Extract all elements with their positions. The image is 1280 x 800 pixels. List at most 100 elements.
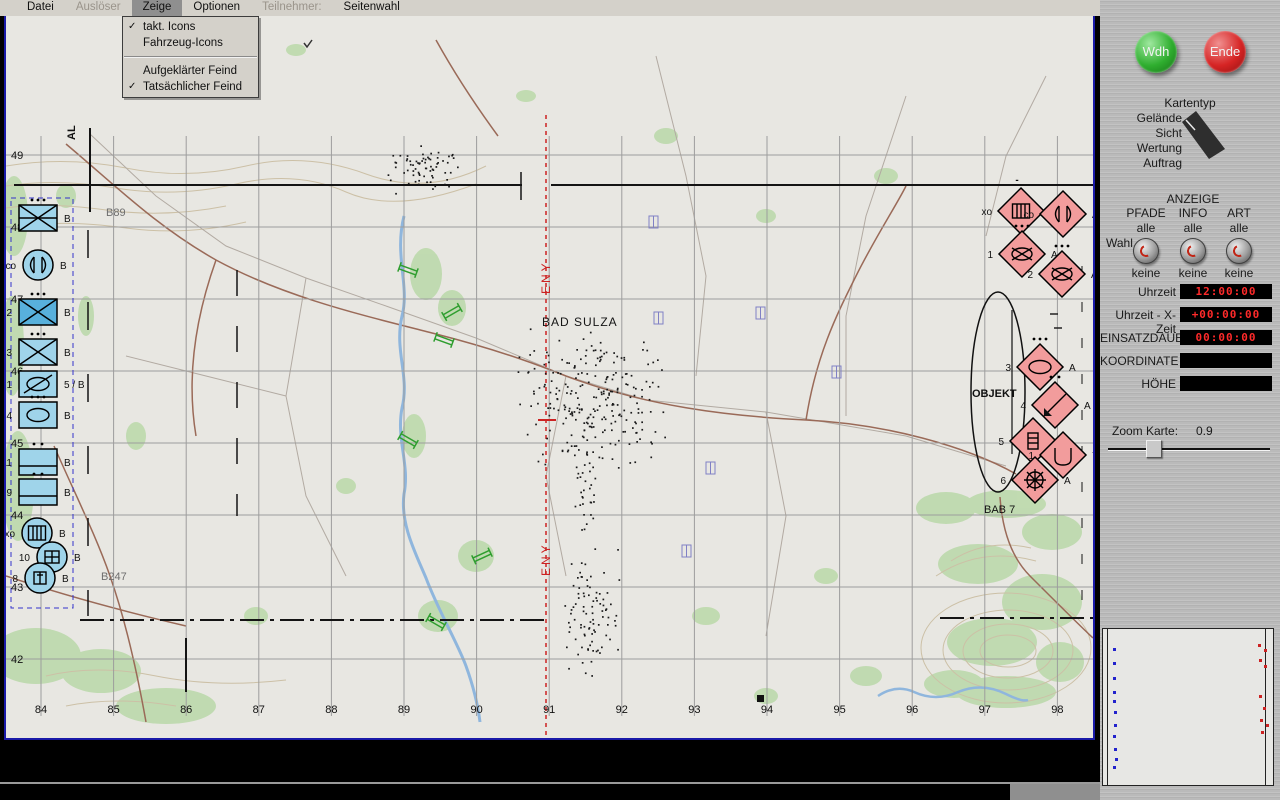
zeige-menu-item-aufgeklärter-feind[interactable]: Aufgeklärter Feind [123,63,258,79]
svg-text:AL: AL [66,125,78,140]
towns-layer [388,145,666,677]
svg-text:44: 44 [11,510,23,522]
switch-info: INFO alle keine [1168,206,1218,280]
ende-button[interactable]: Ende [1204,31,1246,73]
switch-info-name: INFO [1168,206,1218,220]
svg-text:92: 92 [616,704,628,716]
minimap-enemy-dot [1260,719,1263,722]
unit-symbol[interactable]: 4B [6,396,71,428]
svg-text:87: 87 [253,704,265,716]
kartentyp-option-gelaende[interactable]: Gelände [1100,111,1182,126]
menu-item-datei[interactable]: Datei [16,0,65,16]
switch-pfade-top-label: alle [1121,221,1171,235]
svg-text:90: 90 [470,704,482,716]
svg-text:ENY: ENY [539,260,553,294]
hoehe-label: HÖHE [1100,377,1176,391]
svg-text:B247: B247 [101,571,127,583]
svg-text:8: 8 [12,574,18,585]
menu-bar: DateiAuslöserZeigeOptionenTeilnehmer:Sei… [0,0,1100,16]
svg-text:B: B [64,488,71,499]
svg-text:89: 89 [398,704,410,716]
svg-text:B: B [74,553,81,564]
svg-text:1: 1 [987,250,993,261]
svg-text:B: B [62,574,69,585]
svg-text:A: A [1069,363,1076,374]
zeige-menu-item-fahrzeug-icons[interactable]: Fahrzeug-Icons [123,35,258,51]
unit-symbol[interactable]: 3A [1005,338,1076,390]
svg-text:85: 85 [107,704,119,716]
zoom-slider-thumb[interactable] [1146,440,1162,458]
anzeige-title: ANZEIGE [1153,192,1233,206]
minimap-enemy-dot [1263,707,1266,710]
info-knob[interactable] [1180,238,1206,264]
svg-text:xo: xo [6,529,15,540]
switch-pfade: PFADE alle keine [1121,206,1171,280]
minimap-enemy-dot [1264,649,1267,652]
svg-text:A: A [1064,476,1071,487]
svg-text:co: co [6,261,16,272]
switch-info-top-label: alle [1168,221,1218,235]
svg-text:4: 4 [6,411,12,422]
river-layer [400,216,1028,722]
svg-text:B: B [64,411,71,422]
svg-text:ENY: ENY [539,542,553,576]
art-knob[interactable] [1226,238,1252,264]
wdh-button[interactable]: Wdh [1135,31,1177,73]
grid-layer [6,136,1093,716]
svg-text:B: B [59,529,66,540]
minimap-enemy-dot [1266,724,1269,727]
kartentyp-option-wertung[interactable]: Wertung [1100,141,1182,156]
svg-text:2: 2 [6,308,12,319]
svg-text:3: 3 [6,348,12,359]
svg-text:co: co [1023,210,1034,221]
zeige-dropdown-menu: ✓takt. IconsFahrzeug-Icons Aufgeklärter F… [122,16,259,98]
koordinate-value [1180,353,1272,368]
menu-item-zeige[interactable]: Zeige [132,0,183,16]
map-area[interactable]: 8485868788899091929394959697984948474645… [4,14,1095,740]
eny-line [538,115,556,735]
display-uhrzeit: Uhrzeit 12:00:00 [1100,284,1280,300]
svg-text:98: 98 [1051,704,1063,716]
zeige-menu-item-takt--icons[interactable]: ✓takt. Icons [123,19,258,35]
switch-art-name: ART [1214,206,1264,220]
svg-text:84: 84 [35,704,47,716]
svg-text:4: 4 [1020,401,1026,412]
menu-item-optionen[interactable]: Optionen [182,0,251,16]
zoom-slider-track[interactable] [1108,448,1270,451]
unit-symbol[interactable]: co A [1023,191,1093,237]
minimap-friendly-dot [1114,711,1117,714]
uhrzeit-value: 12:00:00 [1180,284,1272,299]
kartentyp-option-sicht[interactable]: Sicht [1100,126,1182,141]
tactical-map: 8485868788899091929394959697984948474645… [6,16,1093,738]
pfade-knob[interactable] [1133,238,1159,264]
overview-minimap [1102,628,1274,786]
check-icon: ✓ [128,79,136,95]
switch-art-top-label: alle [1214,221,1264,235]
svg-text:45: 45 [11,438,23,450]
pointer-cursor-icon [1178,104,1228,162]
svg-text:A: A [1091,270,1093,281]
bottom-black-bar [0,740,1100,782]
minimap-friendly-dot [1113,662,1116,665]
minimap-enemy-dot [1261,731,1264,734]
menu-item-seitenwahl[interactable]: Seitenwahl [333,0,411,16]
svg-text:A: A [1092,210,1093,221]
svg-text:93: 93 [688,704,700,716]
svg-text:6: 6 [1000,476,1006,487]
svg-text:10: 10 [19,553,31,564]
minimap-friendly-dot [1113,677,1116,680]
unit-symbol[interactable]: xo- [981,175,1044,234]
minimap-enemy-dot [1259,659,1262,662]
switch-art: ART alle keine [1214,206,1264,280]
x-zeit-value: +00:00:00 [1180,307,1272,322]
svg-text:1: 1 [6,380,12,391]
kartentyp-option-auftrag[interactable]: Auftrag [1100,156,1182,171]
minimap-friendly-dot [1113,700,1116,703]
status-gray-block [1010,784,1100,800]
minimap-enemy-dot [1258,644,1261,647]
svg-text:9: 9 [6,488,12,499]
svg-text:96: 96 [906,704,918,716]
zeige-menu-item-tatsächlicher-feind[interactable]: ✓Tatsächlicher Feind [123,79,258,95]
svg-text:-: - [1015,175,1018,186]
minimap-friendly-dot [1113,648,1116,651]
